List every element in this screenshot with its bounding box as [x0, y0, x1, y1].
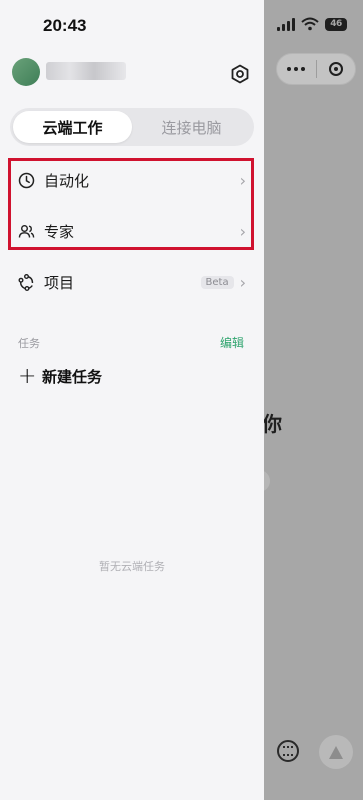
menu-item-experts[interactable]: 专家 › [18, 219, 246, 243]
tasks-section-title: 任务 [18, 336, 40, 350]
menu-item-automation[interactable]: 自动化 › [18, 168, 246, 192]
tasks-section-header: 任务 编辑 [18, 334, 244, 351]
people-icon [18, 224, 35, 238]
new-task-label: 新建任务 [42, 368, 103, 386]
hexagon-settings-icon[interactable] [230, 64, 250, 84]
menu-item-label: 自动化 [44, 171, 90, 190]
tab-cloud-work[interactable]: 云端工作 [13, 111, 132, 143]
clock-icon [18, 172, 35, 188]
background-greeting-text: 你 [262, 412, 282, 436]
miniapp-capsule [276, 53, 356, 85]
edit-tasks-button[interactable]: 编辑 [220, 334, 244, 351]
battery-level: 46 [330, 19, 342, 29]
side-drawer: 20:43 云端工作 连接电脑 自动化 › 专家 › 项目 Beta › 任务 … [0, 0, 264, 800]
target-close-icon[interactable] [317, 62, 356, 76]
send-button[interactable] [319, 735, 353, 769]
workspace-segmented-control: 云端工作 连接电脑 [10, 108, 254, 146]
wifi-icon [301, 17, 319, 31]
chevron-right-icon: › [239, 170, 246, 190]
plus-icon: + [18, 363, 37, 389]
cellular-signal-icon [277, 17, 295, 31]
menu-item-label: 专家 [44, 222, 75, 241]
keyboard-icon[interactable] [277, 740, 299, 762]
beta-badge: Beta [200, 275, 234, 289]
chevron-right-icon: › [239, 272, 246, 292]
battery-icon: 46 [325, 17, 347, 31]
menu-item-projects[interactable]: 项目 Beta › [18, 270, 246, 294]
user-name-blurred[interactable] [46, 62, 126, 80]
empty-tasks-message: 暂无云端任务 [99, 560, 165, 573]
menu-item-label: 项目 [44, 273, 75, 292]
tab-connect-computer[interactable]: 连接电脑 [132, 111, 251, 143]
avatar[interactable] [12, 58, 40, 86]
status-time: 20:43 [43, 16, 87, 35]
more-dots-icon[interactable] [277, 67, 316, 71]
new-task-button[interactable]: + 新建任务 [18, 363, 103, 389]
send-arrow-icon [329, 745, 343, 759]
nodes-icon [18, 273, 34, 291]
chevron-right-icon: › [239, 221, 246, 241]
status-icons: 46 [277, 14, 347, 34]
